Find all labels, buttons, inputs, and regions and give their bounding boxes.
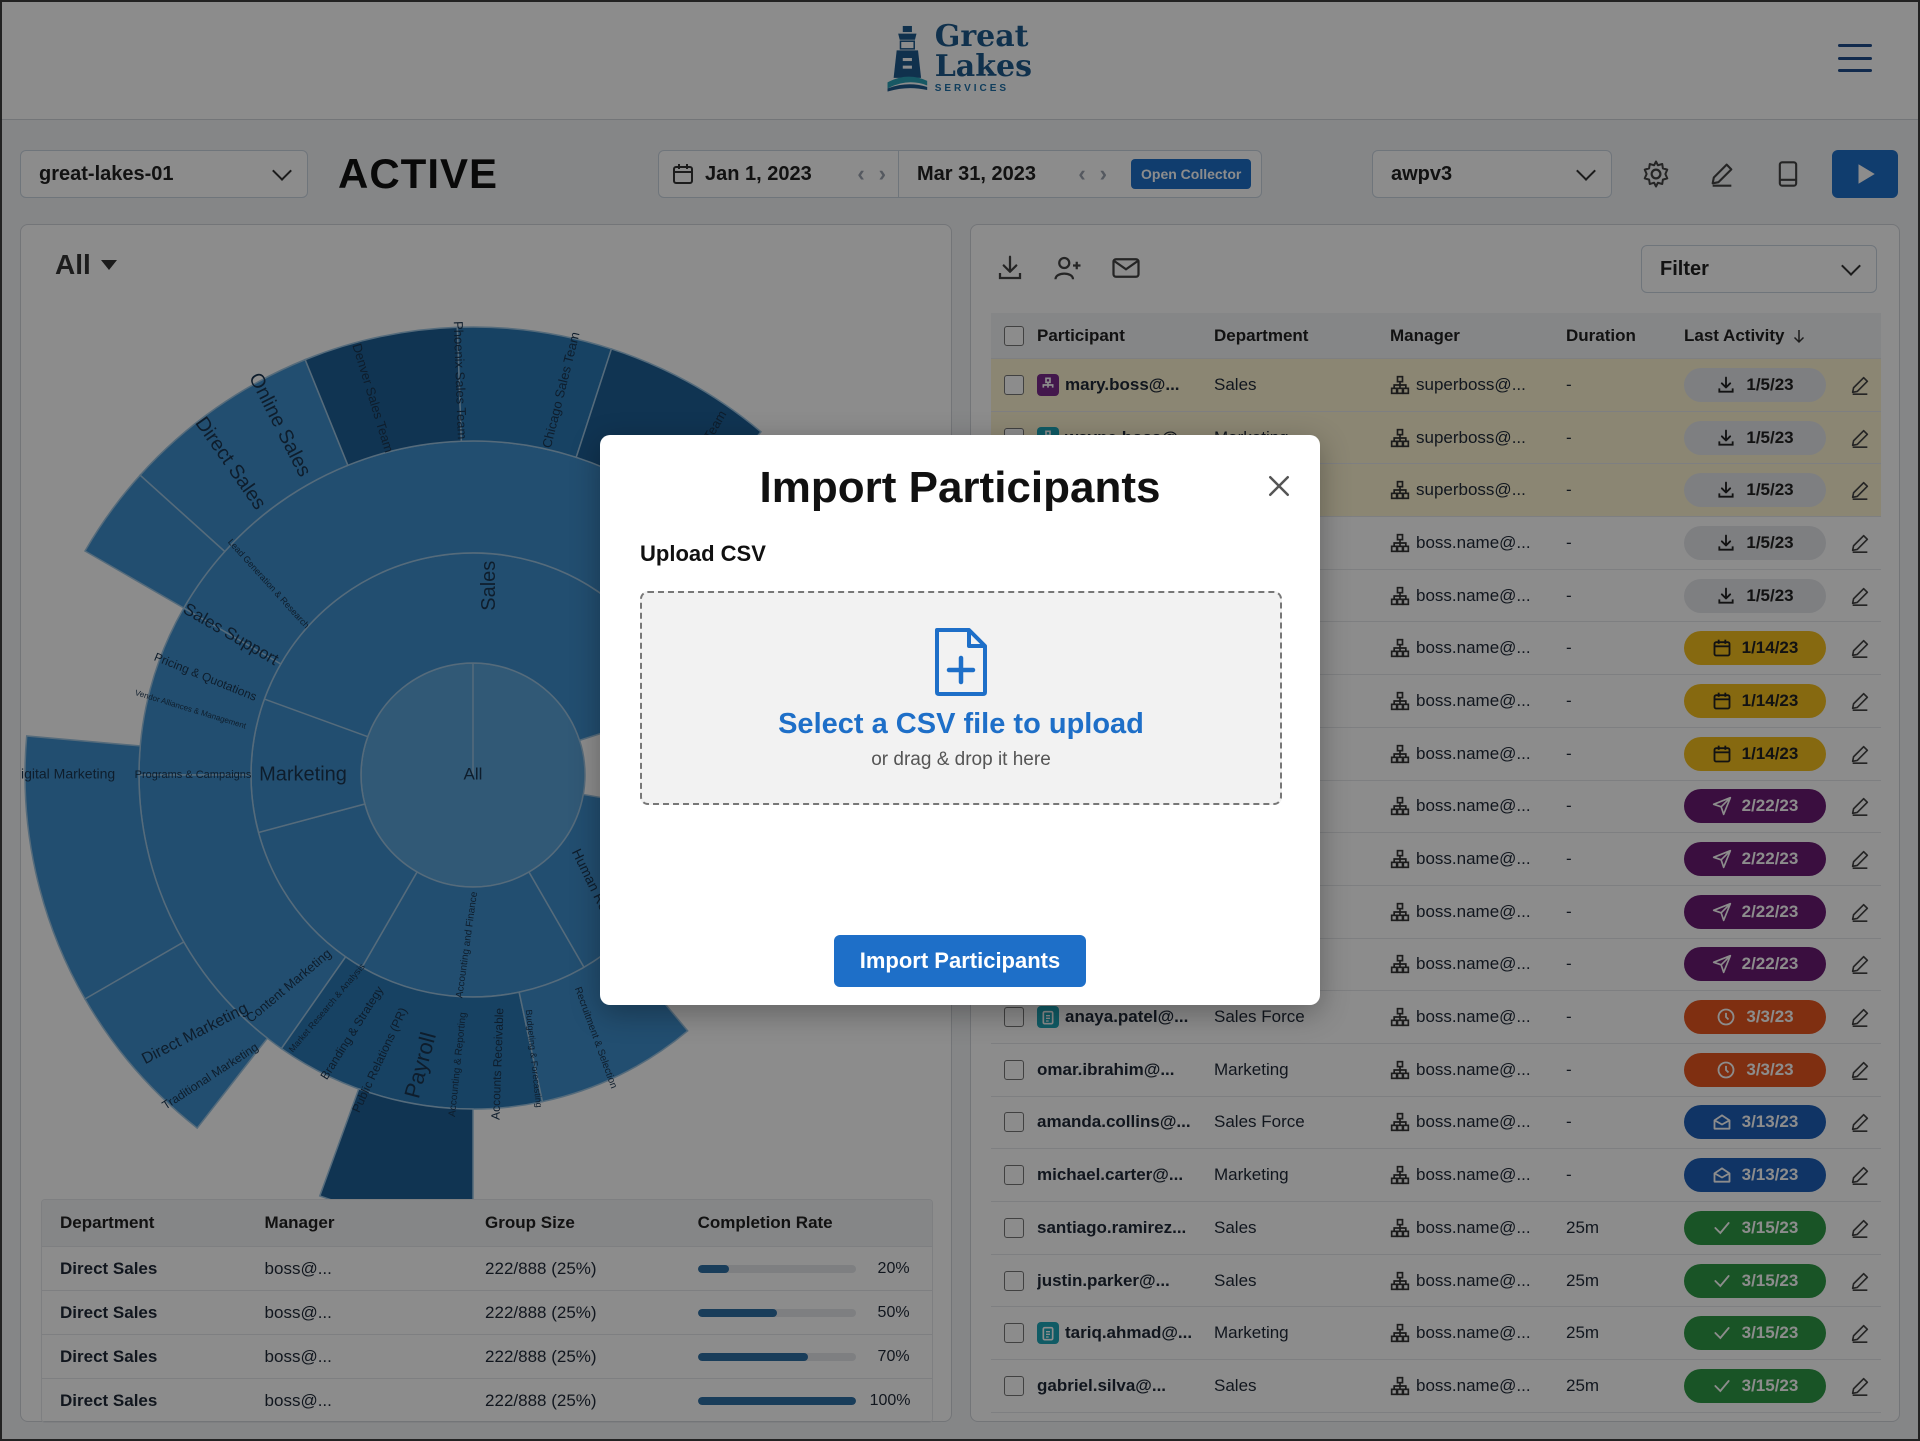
dropzone-secondary-text: or drag & drop it here	[871, 748, 1051, 770]
import-participants-modal: Import Participants Upload CSV Select a …	[600, 435, 1320, 1005]
modal-title: Import Participants	[759, 463, 1161, 512]
csv-dropzone[interactable]: Select a CSV file to upload or drag & dr…	[640, 591, 1282, 805]
upload-csv-label: Upload CSV	[640, 541, 766, 566]
close-icon[interactable]	[1264, 471, 1294, 501]
import-participants-button[interactable]: Import Participants	[834, 935, 1086, 987]
dropzone-primary-text[interactable]: Select a CSV file to upload	[778, 708, 1144, 741]
file-add-icon	[935, 627, 987, 696]
